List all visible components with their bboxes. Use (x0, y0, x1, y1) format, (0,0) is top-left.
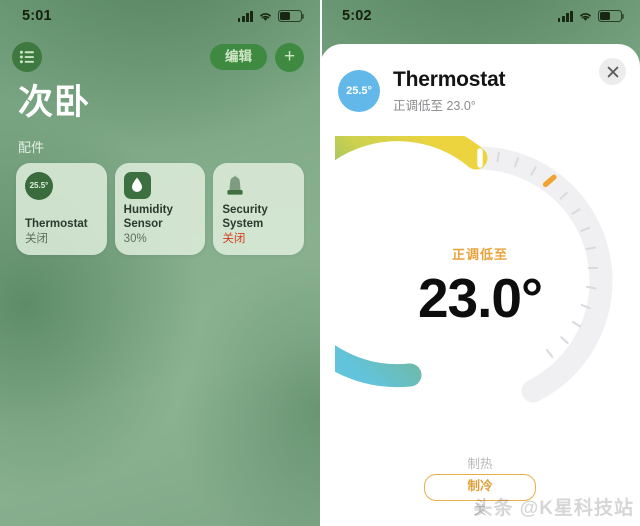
left-phone-panel: 5:01 编辑 + 次卧 配件 25.5° Thermostat 关闭 Humi… (0, 0, 320, 526)
accessory-card-list: 25.5° Thermostat 关闭 Humidity Sensor 30% … (0, 162, 320, 255)
battery-icon (598, 10, 625, 22)
status-icons (237, 10, 305, 22)
edit-button[interactable]: 编辑 (210, 43, 267, 71)
accessory-status: 30% (123, 233, 147, 246)
dial-svg (335, 136, 613, 403)
humidity-icon-badge (123, 171, 151, 199)
mode-option-cool[interactable]: 制冷 (424, 474, 536, 501)
sheet-titles: Thermostat 正调低至 23.0° (393, 68, 506, 114)
wifi-icon (260, 12, 271, 21)
water-drop-icon (132, 177, 143, 192)
home-nav-row: 编辑 + (0, 40, 320, 74)
battery-icon (278, 10, 305, 22)
card-icon-wrap (123, 171, 197, 202)
accessory-status: 关闭 (222, 233, 246, 246)
temperature-dial[interactable]: 正调低至 23.0° (335, 136, 625, 426)
dial-active-arc (335, 136, 488, 388)
wifi-icon (580, 12, 591, 21)
close-button[interactable] (599, 58, 626, 85)
mode-option-off[interactable]: 关 (474, 501, 487, 520)
mode-option-heat[interactable]: 制热 (467, 455, 492, 474)
card-text: Humidity Sensor 30% (124, 203, 197, 246)
home-background-gradient (0, 0, 320, 526)
accessory-card-thermostat[interactable]: 25.5° Thermostat 关闭 (16, 162, 107, 255)
thermostat-icon: 25.5° (25, 171, 53, 200)
accessory-name: Thermostat (25, 218, 88, 231)
sheet-header: 25.5° Thermostat 正调低至 23.0° (320, 44, 640, 114)
close-icon (607, 66, 618, 77)
accessory-name: Humidity Sensor (123, 204, 173, 231)
panel-divider (320, 0, 322, 526)
section-label-accessories: 配件 (18, 139, 45, 155)
card-icon-wrap: 25.5° (25, 171, 98, 202)
card-icon-wrap (222, 172, 295, 202)
signal-bars-icon (557, 10, 573, 22)
card-text: Security System 关闭 (222, 203, 295, 246)
signal-bars-icon (237, 10, 253, 22)
accessory-card-humidity-sensor[interactable]: Humidity Sensor 30% (114, 162, 206, 255)
accessory-subtitle: 正调低至 23.0° (393, 99, 476, 114)
accessory-status: 关闭 (25, 233, 48, 246)
accessory-card-security-system[interactable]: Security System 关闭 (213, 162, 305, 255)
add-accessory-button[interactable]: + (275, 42, 304, 72)
siren-icon (227, 175, 243, 195)
accessory-title: Thermostat (393, 68, 506, 91)
status-icons (557, 10, 625, 22)
nav-actions: 编辑 + (210, 42, 304, 72)
page-title: 次卧 (18, 83, 91, 122)
dial-inactive-track (468, 146, 613, 403)
current-temperature-badge: 25.5° (338, 70, 380, 113)
status-bar-right: 5:02 (320, 0, 640, 32)
room-list-button[interactable] (12, 42, 42, 72)
status-bar-left: 5:01 (0, 0, 320, 32)
card-text: Thermostat 关闭 (25, 217, 98, 246)
dual-phone-screenshot: 5:01 编辑 + 次卧 配件 25.5° Thermostat 关闭 Humi… (0, 0, 640, 526)
thermostat-detail-sheet: 25.5° Thermostat 正调低至 23.0° 正调低至 23.0° 制… (320, 44, 640, 526)
accessory-name: Security System (222, 204, 268, 231)
list-bullet-icon (19, 50, 34, 64)
status-time: 5:01 (22, 8, 52, 24)
right-phone-panel: 5:02 25.5° Thermostat 正调低至 23.0° 正调低至 23… (320, 0, 640, 526)
mode-selector: 制热 制冷 关 (320, 455, 640, 520)
status-time: 5:02 (342, 8, 372, 24)
